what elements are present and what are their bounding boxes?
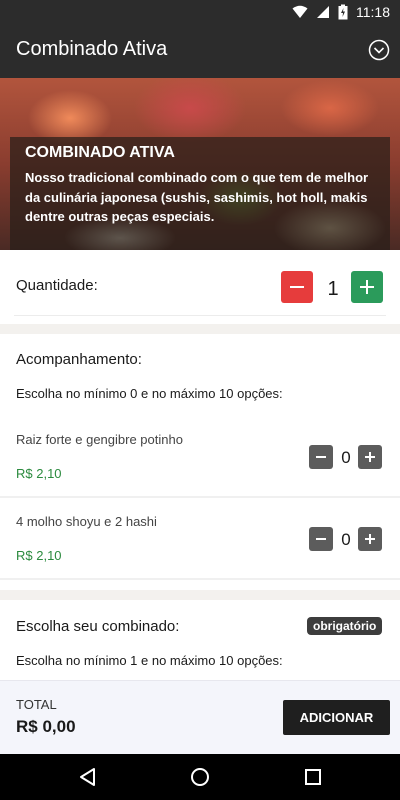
quantity-label: Quantidade:	[16, 277, 98, 294]
system-nav-bar	[0, 754, 400, 800]
item-price: R$ 2,10	[16, 548, 62, 563]
quantity-row: Quantidade: 1	[0, 252, 400, 316]
recents-icon[interactable]	[301, 765, 325, 789]
plus-icon	[360, 280, 374, 294]
plus-icon	[365, 534, 375, 544]
decrease-quantity-button[interactable]	[281, 271, 313, 303]
accompaniment-title: Acompanhamento:	[16, 351, 142, 368]
quantity-value: 1	[327, 278, 339, 300]
battery-icon	[338, 4, 348, 20]
chevron-down-circle-icon[interactable]	[368, 39, 390, 61]
app-bar: Combinado Ativa	[0, 24, 400, 78]
total-label: TOTAL	[16, 697, 57, 712]
item-count: 0	[341, 448, 351, 467]
hero-banner: COMBINADO ATIVA Nosso tradicional combin…	[0, 78, 400, 250]
item-price: R$ 2,10	[16, 466, 62, 481]
product-title: COMBINADO ATIVA	[25, 144, 175, 161]
item-count: 0	[341, 530, 351, 549]
combo-choice-hint: Escolha no mínimo 1 e no máximo 10 opçõe…	[16, 653, 283, 668]
combo-choice-title: Escolha seu combinado:	[16, 618, 180, 635]
plus-icon	[365, 452, 375, 462]
item-decrease-button[interactable]	[309, 445, 333, 469]
status-bar: 11:18	[0, 0, 400, 24]
item-name: Raiz forte e gengibre potinho	[16, 432, 183, 447]
divider	[0, 496, 400, 498]
page-title: Combinado Ativa	[16, 38, 168, 60]
item-name: 4 molho shoyu e 2 hashi	[16, 514, 157, 529]
item-increase-button[interactable]	[358, 445, 382, 469]
add-to-cart-button[interactable]: ADICIONAR	[283, 700, 390, 735]
divider	[0, 578, 400, 580]
wifi-icon	[292, 5, 308, 18]
divider	[14, 315, 386, 316]
order-footer: TOTAL R$ 0,00 ADICIONAR	[0, 680, 400, 754]
home-icon[interactable]	[188, 765, 212, 789]
increase-quantity-button[interactable]	[351, 271, 383, 303]
section-separator	[0, 324, 400, 334]
total-value: R$ 0,00	[16, 717, 76, 736]
hero-overlay: COMBINADO ATIVA Nosso tradicional combin…	[10, 137, 390, 250]
section-separator	[0, 590, 400, 600]
minus-icon	[290, 286, 304, 288]
item-increase-button[interactable]	[358, 527, 382, 551]
item-decrease-button[interactable]	[309, 527, 333, 551]
minus-icon	[316, 456, 326, 458]
product-description: Nosso tradicional combinado com o que te…	[25, 170, 369, 224]
back-icon[interactable]	[76, 765, 100, 789]
status-time: 11:18	[356, 4, 390, 20]
minus-icon	[316, 538, 326, 540]
required-badge: obrigatório	[307, 617, 383, 635]
signal-icon	[317, 6, 329, 18]
status-icons: 11:18	[292, 4, 390, 20]
accompaniment-hint: Escolha no mínimo 0 e no máximo 10 opçõe…	[16, 386, 283, 401]
